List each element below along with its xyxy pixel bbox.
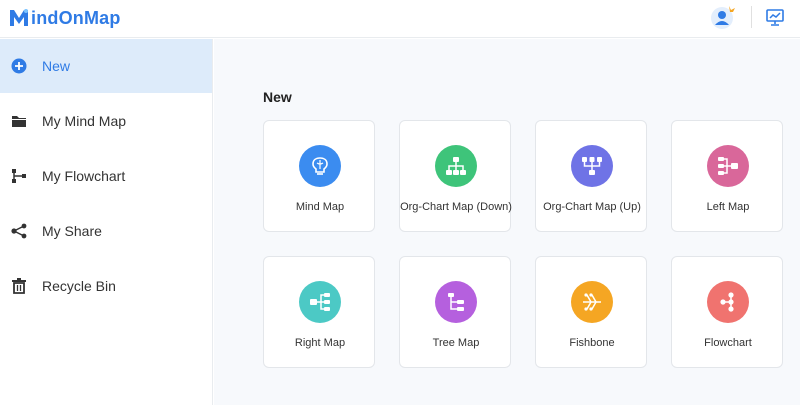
sidebar-item-recycle-bin[interactable]: Recycle Bin xyxy=(0,259,212,313)
main-content: New Mind Map Org-Chart Map (Down) Org-Ch… xyxy=(214,39,800,405)
template-card-left-map[interactable]: Left Map xyxy=(671,120,783,232)
template-card-label: Left Map xyxy=(706,201,750,213)
header-divider xyxy=(751,6,752,28)
logo[interactable]: indOnMap xyxy=(8,4,121,32)
template-card-label: Mind Map xyxy=(295,201,345,213)
org-chart-down-icon xyxy=(435,145,477,187)
logo-text: indOnMap xyxy=(31,7,121,28)
template-card-right-map[interactable]: Right Map xyxy=(263,256,375,368)
org-chart-up-icon xyxy=(571,145,613,187)
sidebar-item-my-flowchart[interactable]: My Flowchart xyxy=(0,149,212,203)
top-bar: indOnMap xyxy=(0,0,800,38)
template-card-org-chart-up[interactable]: Org-Chart Map (Up) xyxy=(535,120,647,232)
template-card-label: Flowchart xyxy=(704,337,752,349)
template-card-mind-map[interactable]: Mind Map xyxy=(263,120,375,232)
sidebar-item-my-mind-map[interactable]: My Mind Map xyxy=(0,94,212,148)
template-card-org-chart-down[interactable]: Org-Chart Map (Down) xyxy=(399,120,512,232)
template-card-label: Right Map xyxy=(294,337,346,349)
template-card-label: Fishbone xyxy=(569,337,615,349)
template-card-fishbone[interactable]: Fishbone xyxy=(535,256,647,368)
flowchart-node-icon xyxy=(707,281,749,323)
trash-icon xyxy=(10,277,28,295)
left-map-icon xyxy=(707,145,749,187)
sidebar-item-label: Recycle Bin xyxy=(42,278,116,294)
template-card-label: Org-Chart Map (Down) xyxy=(400,201,512,213)
sidebar-item-my-share[interactable]: My Share xyxy=(0,204,212,258)
right-map-icon xyxy=(299,281,341,323)
sidebar-item-label: My Flowchart xyxy=(42,168,126,184)
plus-circle-icon xyxy=(10,57,28,75)
sidebar-item-new[interactable]: New xyxy=(0,39,212,93)
presentation-icon[interactable] xyxy=(765,7,785,27)
template-card-flowchart[interactable]: Flowchart xyxy=(671,256,783,368)
folder-icon xyxy=(10,112,28,130)
template-card-label: Org-Chart Map (Up) xyxy=(543,201,641,213)
flowchart-icon xyxy=(10,167,28,185)
brain-icon xyxy=(299,145,341,187)
tree-map-icon xyxy=(435,281,477,323)
sidebar-item-label: New xyxy=(42,58,71,74)
fishbone-icon xyxy=(571,281,613,323)
sidebar: New My Mind Map My Flowchart My Share Re… xyxy=(0,39,213,405)
logo-m-icon xyxy=(10,9,28,26)
user-avatar-icon[interactable] xyxy=(710,4,736,30)
template-card-tree-map[interactable]: Tree Map xyxy=(399,256,511,368)
share-icon xyxy=(10,222,28,240)
sidebar-item-label: My Mind Map xyxy=(42,113,127,129)
sidebar-item-label: My Share xyxy=(42,223,102,239)
template-card-label: Tree Map xyxy=(432,337,480,349)
section-title: New xyxy=(263,89,292,105)
